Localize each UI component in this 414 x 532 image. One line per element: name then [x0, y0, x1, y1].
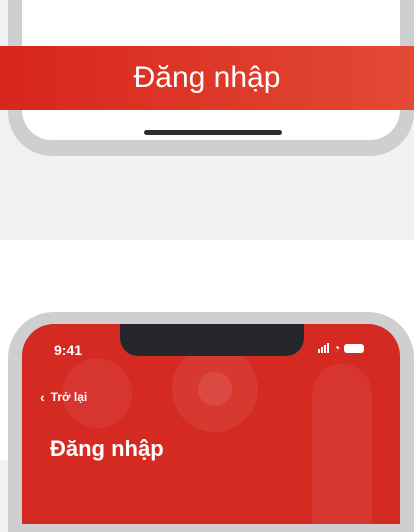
- chevron-left-icon: ‹: [40, 389, 45, 405]
- signal-icon: [318, 343, 329, 353]
- wifi-icon: ◔: [333, 341, 341, 355]
- decorative-arch: [312, 364, 372, 524]
- decorative-star-icon: [198, 372, 232, 406]
- phone-screen-bottom: 9:41 ◔ ‹ Trở lại Đăng nhập: [22, 324, 400, 524]
- login-button[interactable]: Đăng nhập: [0, 46, 414, 110]
- back-button[interactable]: ‹ Trở lại: [40, 390, 87, 404]
- page-title: Đăng nhập: [50, 436, 164, 461]
- bottom-phone-area: 9:41 ◔ ‹ Trở lại Đăng nhập: [0, 240, 414, 532]
- status-icons: ◔: [318, 341, 365, 355]
- status-time: 9:41: [54, 342, 83, 358]
- battery-icon: [344, 343, 365, 353]
- back-label: Trở lại: [50, 390, 88, 404]
- phone-notch: [120, 324, 304, 356]
- top-phone-area: Đăng nhập: [0, 0, 414, 240]
- home-indicator: [144, 130, 282, 135]
